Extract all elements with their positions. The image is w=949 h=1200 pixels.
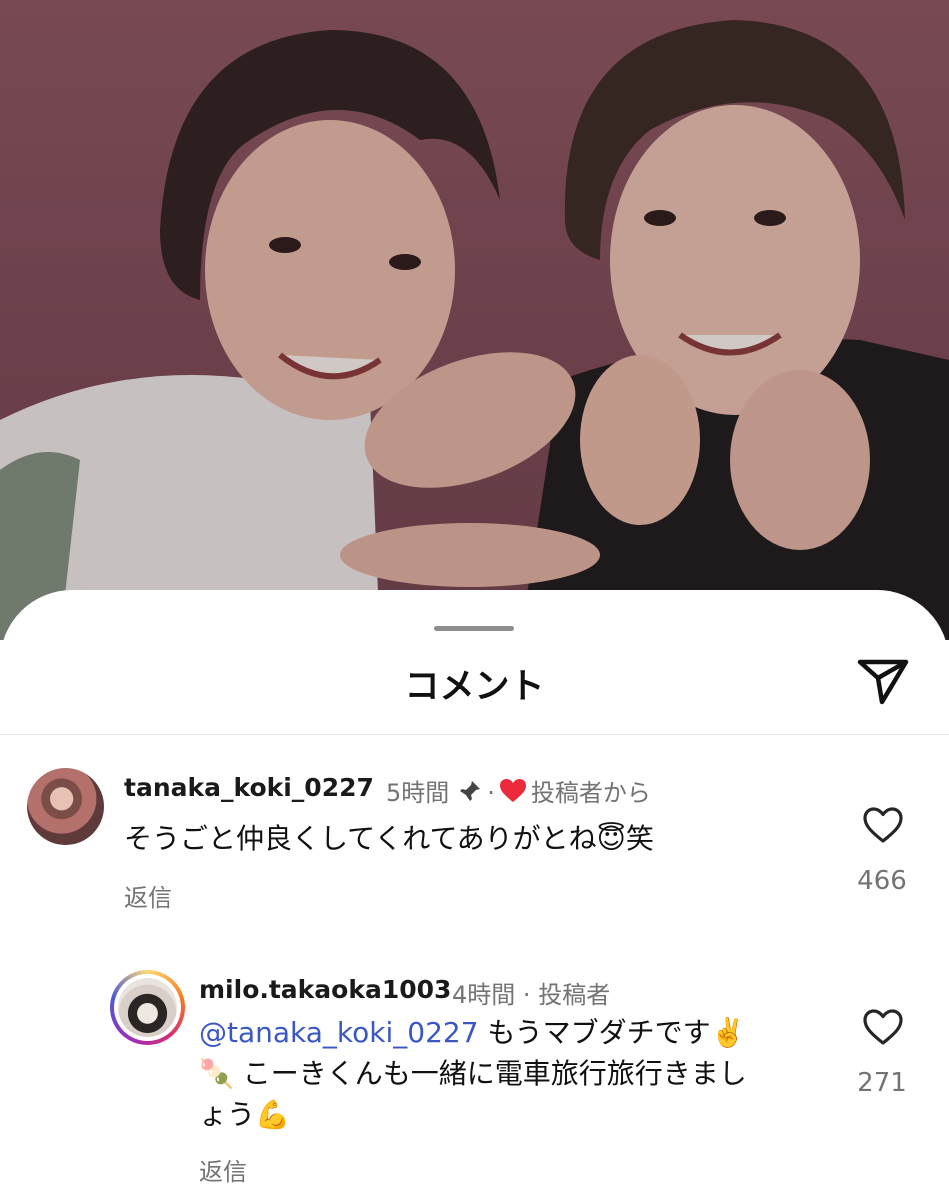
like-button[interactable] <box>862 806 904 844</box>
comment-text: そうごと仲良くしてくれてありがとね😇笑 <box>124 822 654 855</box>
send-icon <box>857 659 909 705</box>
heart-filled-icon <box>499 778 527 810</box>
meta-dot: · <box>487 779 495 807</box>
comment-text: @tanaka_koki_0227 もうマブダチです✌️ 🍡 こーきくんも一緒に… <box>199 1012 829 1135</box>
reply-button[interactable]: 返信 <box>199 1152 247 1187</box>
sheet-title: コメント <box>404 667 545 707</box>
comment-meta: 4時間 · 投稿者 <box>452 975 610 1010</box>
meta-dot: · <box>522 981 531 1009</box>
send-button[interactable] <box>854 656 912 708</box>
comments-sheet: コメント tanaka_koki_0227 5時間 · 投稿者から そうごと仲良くし… <box>0 590 949 1200</box>
sheet-grabber[interactable] <box>434 626 514 631</box>
comment-text-line1: もうマブダチです✌️ <box>478 1016 746 1049</box>
comment-meta: 5時間 · 投稿者から <box>386 773 651 810</box>
post-photo <box>0 0 949 640</box>
heart-outline-icon <box>863 807 903 843</box>
author-label: 投稿者 <box>538 981 611 1009</box>
avatar-story-ring[interactable] <box>110 970 185 1045</box>
pin-icon <box>457 778 483 810</box>
avatar <box>118 978 177 1037</box>
comment-time: 5時間 <box>386 779 450 807</box>
comment-username[interactable]: milo.takaoka1003 <box>199 975 451 1004</box>
comment-text-line2: 🍡 こーきくんも一緒に電車旅行旅行きまし <box>199 1057 747 1090</box>
like-count: 271 <box>857 1068 907 1098</box>
like-button[interactable] <box>862 1008 904 1046</box>
header-divider <box>0 734 949 735</box>
reply-button[interactable]: 返信 <box>124 878 172 913</box>
liked-by-author-label: 投稿者から <box>530 779 651 807</box>
comment-text-line3: ょう💪 <box>199 1098 290 1131</box>
like-count: 466 <box>857 866 907 896</box>
avatar[interactable] <box>27 768 104 845</box>
comment-time: 4時間 <box>452 981 516 1009</box>
mention-link[interactable]: @tanaka_koki_0227 <box>199 1016 479 1049</box>
heart-outline-icon <box>863 1009 903 1045</box>
comment-username[interactable]: tanaka_koki_0227 <box>124 773 374 802</box>
photo-dim-overlay <box>0 0 949 640</box>
